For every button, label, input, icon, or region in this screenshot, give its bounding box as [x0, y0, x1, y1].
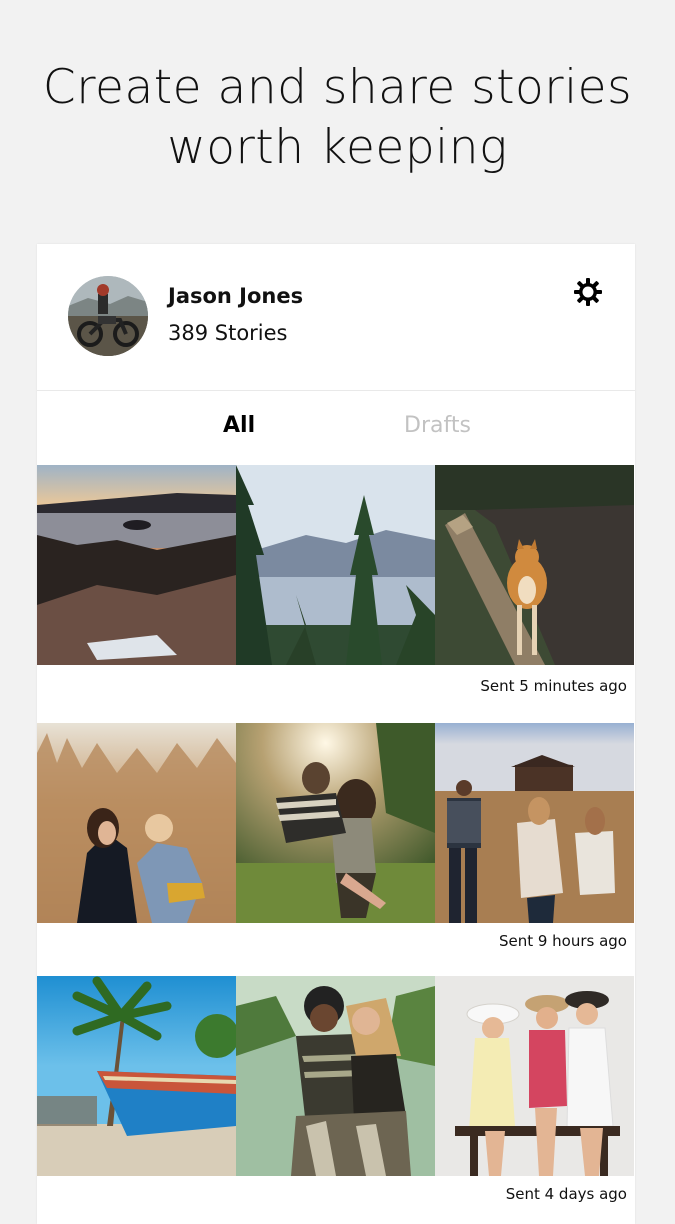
story-photo[interactable]	[37, 723, 236, 923]
settings-button[interactable]	[573, 277, 603, 307]
piggyback-sunlight-photo	[236, 723, 435, 923]
lake-sunset-photo	[37, 465, 236, 665]
story-photo[interactable]	[435, 723, 634, 923]
user-name: Jason Jones	[168, 284, 304, 308]
headline-line-2: worth keeping	[167, 120, 508, 175]
story-sent-time: Sent 9 hours ago	[498, 932, 627, 950]
profile-card: Jason Jones 389 Stories All Drafts Sent …	[37, 244, 635, 1224]
family-walking-barn-photo	[435, 723, 634, 923]
profile-header: Jason Jones 389 Stories	[37, 244, 635, 391]
couple-hug-photo	[236, 976, 435, 1176]
tab-all[interactable]: All	[223, 413, 255, 438]
avatar-motorcycle-photo	[68, 276, 148, 356]
story-photo[interactable]	[236, 465, 435, 665]
story-photo[interactable]	[37, 976, 236, 1176]
story-photo[interactable]	[236, 976, 435, 1176]
story-tabs: All Drafts	[37, 391, 635, 464]
avatar[interactable]	[68, 276, 148, 356]
story-photo[interactable]	[435, 976, 634, 1176]
gear-icon	[574, 278, 602, 306]
story-sent-time: Sent 5 minutes ago	[480, 677, 627, 695]
beach-boat-palm-photo	[37, 976, 236, 1176]
story-row: Sent 5 minutes ago	[37, 465, 635, 695]
story-row: Sent 9 hours ago	[37, 723, 635, 950]
shiba-dog-on-log-photo	[435, 465, 634, 665]
friends-hats-bench-photo	[435, 976, 634, 1176]
story-count: 389 Stories	[168, 321, 288, 345]
story-sent-time: Sent 4 days ago	[505, 1185, 627, 1203]
headline: Create and share stories worth keeping	[0, 58, 675, 178]
story-photo[interactable]	[236, 723, 435, 923]
mother-child-field-photo	[37, 723, 236, 923]
mountain-pine-lake-photo	[236, 465, 435, 665]
story-photo[interactable]	[37, 465, 236, 665]
headline-line-1: Create and share stories	[42, 60, 633, 115]
tab-drafts[interactable]: Drafts	[404, 413, 471, 438]
story-row: Sent 4 days ago	[37, 976, 635, 1203]
story-photo[interactable]	[435, 465, 634, 665]
